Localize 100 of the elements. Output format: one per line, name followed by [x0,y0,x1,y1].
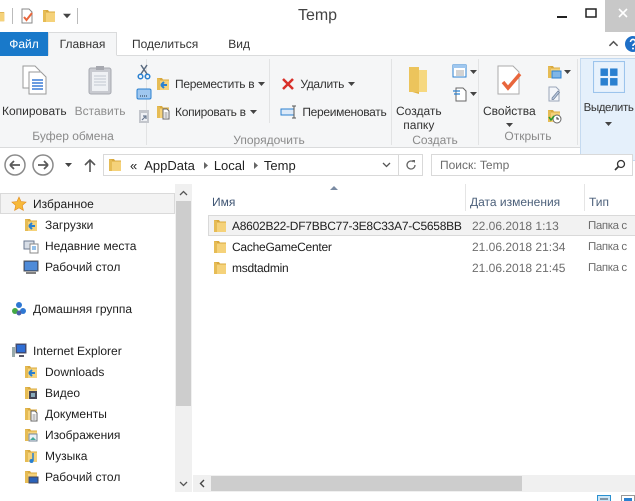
column-header[interactable]: Имя [208,184,465,211]
folder-icon [41,8,57,24]
group-label: Буфер обмена [31,129,115,145]
file-name[interactable]: A8602B22-DF7BBC77-3E8C33A7-C5658BB [232,218,462,232]
page-check-button[interactable]: Свойства [481,59,538,129]
ribbon-icon-button[interactable] [452,85,477,103]
pencil-page-icon [546,86,562,102]
folder-monitor-icon [23,468,39,484]
monitor-icon [23,258,39,274]
ribbon-tab[interactable]: Главная [48,32,117,56]
folder-note-icon [23,448,39,464]
text-field-icon [280,104,298,120]
navigation-item[interactable]: Downloads [0,361,175,382]
documents-button[interactable]: Копировать [0,59,69,129]
navigation-item[interactable]: Домашняя группа [0,298,175,319]
folder-arrow-icon [23,216,39,232]
folder-page-icon [155,104,171,120]
file-name[interactable]: msdtadmin [232,260,288,274]
navigation-item[interactable]: Документы [0,403,175,424]
tag-icon [136,86,152,102]
ribbon-command[interactable]: Копировать в [155,101,266,123]
scrollbar-thumb[interactable] [211,476,522,491]
ribbon-tab[interactable]: Поделиться [117,32,214,56]
sort-arrow-icon [330,186,338,190]
navigation-item[interactable]: Рабочий стол [0,466,175,487]
computer-icon [11,342,27,358]
navigation-item[interactable]: Музыка [0,445,175,466]
monitor-page-icon [23,238,39,254]
type-cell-text: Папка с [587,262,628,274]
ribbon-command[interactable]: Удалить [280,73,386,95]
navigation-item[interactable]: Изображения [0,424,175,445]
caret-icon [470,70,477,74]
window-page-icon [452,64,468,80]
file-menu-tab[interactable]: Файл [0,32,48,56]
refresh-icon [404,159,416,171]
navigation-item[interactable]: Избранное [0,193,175,214]
date-cell-text: 21.06.2018 21:45 [471,260,566,274]
close-icon [618,8,628,18]
scissors-icon [136,64,152,80]
chevron-down-icon [179,480,188,486]
folder-clock-icon [546,108,562,124]
grid-button[interactable]: Выделить [580,58,635,161]
folder-icon [212,218,228,234]
chevron-icon [254,162,258,168]
network-icon [11,300,27,316]
column-header[interactable]: Дата изменения [465,184,584,211]
page-check-icon [19,8,35,24]
folder-film-icon [23,384,39,400]
ribbon-tab[interactable]: Вид [213,32,265,56]
column-header[interactable]: Тип [584,184,635,211]
folder-icon [212,238,228,254]
details-view-button[interactable] [597,492,611,501]
navigation-item[interactable]: Рабочий стол [0,256,175,277]
ribbon-command[interactable]: Переместить в [155,73,266,95]
window-title: Temp [298,7,338,25]
caret-icon [470,92,477,96]
navigation-item[interactable]: Видео [0,382,175,403]
tiles-view-button[interactable] [621,492,635,501]
chevron-up-icon [179,190,188,196]
minimize-icon [556,16,566,18]
grid-icon [592,61,624,93]
file-name[interactable]: CacheGameCenter [232,240,332,254]
maximize-icon [584,8,596,18]
navigation-item[interactable]: Недавние места [0,235,175,256]
search-field[interactable]: Поиск: Temp [431,154,633,176]
folder-button[interactable]: Создать папку [394,59,444,133]
scrollbar-thumb[interactable] [176,201,191,406]
date-cell-text: 22.06.2018 1:13 [471,218,560,232]
breadcrumb[interactable]: AppData [140,158,202,172]
breadcrumb[interactable]: Local [210,158,252,172]
breadcrumb[interactable]: Temp [260,158,303,172]
folder-arrow-icon [23,364,39,380]
folder-arrow-icon [155,76,171,92]
chevron-up-icon [608,40,618,47]
navigation-item[interactable]: Загрузки [0,214,175,235]
group-label: Создать [411,133,459,147]
folder-icon [212,260,228,276]
chevron-left-icon [199,479,205,488]
star-icon [11,196,27,212]
address-bar[interactable]: « AppData Local Temp [103,154,423,176]
caret-icon [64,163,72,167]
ribbon-icon-button[interactable] [136,63,152,81]
cross-icon [280,76,296,92]
caret-icon [564,70,571,74]
ribbon-icon-button[interactable] [546,63,571,81]
type-cell-text: Папка с [587,220,628,232]
overflow-chevron[interactable]: « [127,158,140,172]
ribbon-command[interactable]: Переименовать [280,101,386,123]
chevron-down-icon [382,162,390,168]
folder-window-icon [546,64,562,80]
folder-picture-icon [23,426,39,442]
chevron-icon [204,162,208,168]
folder-page-icon [23,406,39,422]
date-cell-text: 21.06.2018 21:34 [471,240,566,254]
group-label: Открыть [503,129,553,145]
group-label: Упорядочить [232,133,306,147]
page-lines-icon [452,86,468,102]
type-cell-text: Папка с [587,240,628,252]
selected-row[interactable]: A8602B22-DF7BBC77-3E8C33A7-C5658BB 22.06.2018 1:13 Папка с [208,215,635,236]
navigation-item[interactable]: Internet Explorer [0,340,175,361]
